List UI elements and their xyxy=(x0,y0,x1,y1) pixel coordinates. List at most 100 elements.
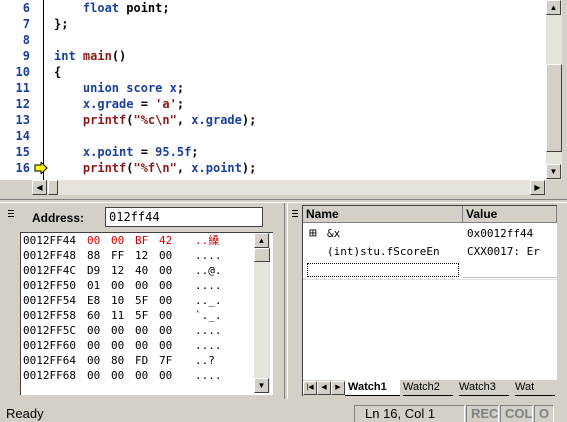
watch-row[interactable]: (int)stu.fScoreEn CXX0017: Er xyxy=(303,243,557,261)
line-number: 11 xyxy=(15,81,30,95)
memory-address: 0012FF4C xyxy=(23,264,76,277)
line-number: 13 xyxy=(15,113,30,127)
memory-byte: 00 xyxy=(111,369,125,382)
code-line: printf("%f\n", x.point); xyxy=(54,161,257,175)
memory-row: 0012FF44 00 00 BF 42 ..縔 xyxy=(23,233,219,248)
scroll-right-button[interactable]: ▶ xyxy=(530,180,545,195)
watch-new-entry-field[interactable] xyxy=(307,263,459,277)
memory-row: 0012FF58 60 11 5F 00 `._. xyxy=(23,308,222,323)
memory-row: 0012FF64 00 80 FD 7F..? xyxy=(23,353,215,368)
scroll-thumb[interactable] xyxy=(48,180,58,195)
code-line: x.grade = 'a'; xyxy=(54,97,185,111)
memory-byte: 00 xyxy=(111,279,125,292)
column-header-name[interactable]: Name xyxy=(303,206,463,223)
code-line: printf("%c\n", x.grade); xyxy=(54,113,257,127)
scroll-up-button[interactable]: ▲ xyxy=(546,0,561,15)
memory-byte: 42 xyxy=(159,234,173,247)
code-editor-pane: 6 7 8 9 10 11 12 13 14 15 16 float point… xyxy=(0,0,567,196)
address-input[interactable]: 012ff44 xyxy=(105,207,263,227)
column-header-value[interactable]: Value xyxy=(463,206,557,223)
memory-byte: 60 xyxy=(87,309,101,322)
watch-name: &x xyxy=(327,227,341,240)
row-divider xyxy=(303,279,557,280)
memory-byte: 00 xyxy=(135,369,149,382)
memory-byte: 00 xyxy=(111,324,125,337)
pane-grip-icon[interactable] xyxy=(289,210,300,221)
code-line: union score x; xyxy=(54,81,185,95)
pane-splitter[interactable] xyxy=(284,203,288,399)
memory-byte: 01 xyxy=(87,279,101,292)
memory-vertical-scrollbar[interactable]: ▲ ▼ xyxy=(254,233,270,393)
memory-byte: 00 xyxy=(135,339,149,352)
code-line: x.point = 95.5f; xyxy=(54,145,199,159)
watch-row[interactable]: ⊞ &x 0x0012ff44 xyxy=(303,225,557,243)
tab-prev-button[interactable]: ◀ xyxy=(317,381,331,395)
line-number-gutter: 6 7 8 9 10 11 12 13 14 15 16 xyxy=(0,0,32,180)
watch-value-cell xyxy=(463,261,557,278)
watch-value: 0x0012ff44 xyxy=(467,227,534,240)
scroll-thumb[interactable] xyxy=(546,64,562,152)
scroll-left-button[interactable]: ◀ xyxy=(32,180,47,195)
status-text: Ready xyxy=(6,406,44,421)
memory-byte: BF xyxy=(135,234,149,247)
memory-ascii: .... xyxy=(195,324,222,337)
watch-name: (int)stu.fScoreEn xyxy=(327,245,440,258)
tab-watch2[interactable]: Watch2 xyxy=(403,380,453,396)
scroll-down-button[interactable]: ▼ xyxy=(546,164,561,179)
col-indicator: COL xyxy=(500,405,533,422)
code-editor[interactable]: 6 7 8 9 10 11 12 13 14 15 16 float point… xyxy=(0,0,546,180)
pane-grip-icon[interactable] xyxy=(5,210,16,221)
expand-icon[interactable]: ⊞ xyxy=(309,225,317,243)
address-label: Address: xyxy=(32,211,85,225)
memory-byte: 00 xyxy=(159,279,173,292)
editor-vertical-scrollbar[interactable]: ▲ ▼ xyxy=(546,0,562,180)
ovr-indicator: O xyxy=(534,405,554,422)
status-bar: Ready Ln 16, Col 1 REC COL O xyxy=(0,403,567,422)
memory-address: 0012FF60 xyxy=(23,339,76,352)
memory-ascii: ..@. xyxy=(195,264,222,277)
code-line: int main() xyxy=(54,49,127,63)
line-number: 15 xyxy=(15,145,30,159)
watch-row-empty[interactable] xyxy=(303,261,557,279)
memory-ascii: .... xyxy=(195,249,222,262)
memory-row: 0012FF60 00 00 00 00.... xyxy=(23,338,222,353)
scroll-up-button[interactable]: ▲ xyxy=(254,233,269,248)
memory-byte: 00 xyxy=(111,339,125,352)
memory-ascii: ..? xyxy=(195,354,215,367)
tab-watch4[interactable]: Wat xyxy=(515,380,555,396)
memory-address: 0012FF48 xyxy=(23,249,76,262)
tab-watch1[interactable]: Watch1 xyxy=(345,380,400,396)
line-number: 16 xyxy=(15,161,30,175)
memory-byte: 00 xyxy=(159,264,173,277)
memory-byte: D9 xyxy=(87,264,101,277)
memory-address: 0012FF64 xyxy=(23,354,76,367)
memory-byte: 88 xyxy=(87,249,101,262)
tab-next-button[interactable]: ▶ xyxy=(331,381,345,395)
watch-view[interactable]: Name Value ⊞ &x 0x0012ff44 (int)stu.fSco… xyxy=(302,205,557,396)
memory-byte: 00 xyxy=(159,369,173,382)
memory-address: 0012FF44 xyxy=(23,234,76,247)
rec-indicator: REC xyxy=(466,405,499,422)
memory-byte: 80 xyxy=(111,354,125,367)
memory-byte: 00 xyxy=(135,324,149,337)
scroll-thumb[interactable] xyxy=(254,248,270,262)
memory-view[interactable]: 0012FF44 00 00 BF 42 ..縔 0012FF48 88 FF 12 00....… xyxy=(20,232,273,395)
scroll-down-button[interactable]: ▼ xyxy=(254,378,269,393)
code-line: float point; xyxy=(54,1,170,15)
code-line: { xyxy=(54,65,62,79)
tab-watch3[interactable]: Watch3 xyxy=(459,380,509,396)
memory-ascii: ..縔 xyxy=(195,234,220,247)
memory-address: 0012FF50 xyxy=(23,279,76,292)
line-number: 14 xyxy=(15,129,30,143)
memory-row: 0012FF5C 00 00 00 00.... xyxy=(23,323,222,338)
tab-first-button[interactable]: |◀ xyxy=(303,381,317,395)
line-number: 12 xyxy=(15,97,30,111)
editor-horizontal-scrollbar[interactable]: ◀ ▶ xyxy=(32,180,546,195)
memory-byte: 00 xyxy=(87,234,101,247)
memory-byte: 00 xyxy=(159,324,173,337)
memory-row: 0012FF68 00 00 00 00.... xyxy=(23,368,222,383)
memory-ascii: .... xyxy=(195,369,222,382)
memory-byte: 00 xyxy=(87,339,101,352)
memory-row: 0012FF54 E8 10 5F 00 .._. xyxy=(23,293,222,308)
memory-ascii: .... xyxy=(195,339,222,352)
